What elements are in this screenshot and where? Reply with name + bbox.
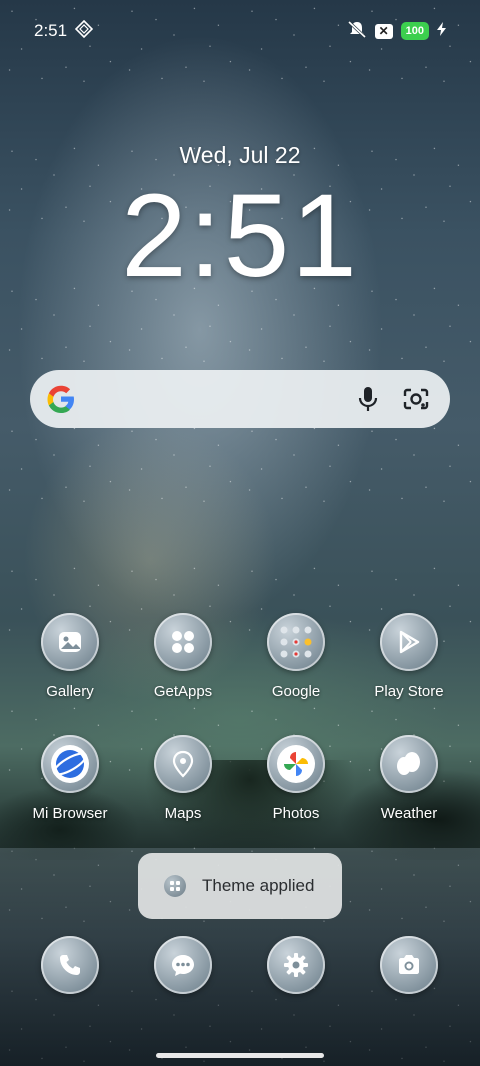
dock-messages[interactable]: [127, 936, 239, 994]
photos-icon: [267, 735, 325, 793]
gallery-icon: [41, 613, 99, 671]
play-store-icon: [380, 613, 438, 671]
app-mi-browser[interactable]: Mi Browser: [14, 735, 126, 822]
clock-date: Wed, Jul 22: [179, 142, 301, 168]
app-gallery[interactable]: Gallery: [14, 613, 126, 700]
toast-text: Theme applied: [202, 876, 315, 895]
google-lens-icon[interactable]: [396, 379, 436, 419]
settings-icon: [267, 936, 325, 994]
app-label: Play Store: [374, 683, 444, 700]
google-search-bar[interactable]: [30, 370, 450, 428]
app-photos[interactable]: Photos: [240, 735, 352, 822]
notification-x-icon: ✕: [374, 23, 393, 39]
vpn-diamond-icon: [74, 19, 94, 43]
app-label: Gallery: [46, 683, 94, 700]
getapps-icon: [154, 613, 212, 671]
app-play-store[interactable]: Play Store: [353, 613, 465, 700]
messages-icon: [154, 936, 212, 994]
dock-phone[interactable]: [14, 936, 126, 994]
dock-camera[interactable]: [353, 936, 465, 994]
weather-icon: [380, 735, 438, 793]
google-folder-icon: [267, 613, 325, 671]
app-getapps[interactable]: GetApps: [127, 613, 239, 700]
charging-bolt-icon: [437, 21, 446, 41]
status-time: 2:51: [34, 21, 68, 40]
app-label: Mi Browser: [32, 805, 108, 822]
app-label: Google: [271, 683, 321, 700]
phone-icon: [41, 936, 99, 994]
app-label: GetApps: [153, 683, 213, 700]
browser-icon: [41, 735, 99, 793]
battery-indicator: 100: [400, 22, 429, 40]
google-g-icon: [44, 382, 78, 416]
camera-icon: [380, 936, 438, 994]
themes-icon: [164, 875, 186, 897]
microphone-icon[interactable]: [348, 379, 388, 419]
gesture-nav-handle[interactable]: [156, 1053, 324, 1058]
app-label: Weather: [380, 805, 438, 822]
dock-settings[interactable]: [240, 936, 352, 994]
maps-icon: [154, 735, 212, 793]
app-google-folder[interactable]: Google: [240, 613, 352, 700]
status-bar: 2:51 ✕ 100: [0, 0, 480, 62]
app-weather[interactable]: Weather: [353, 735, 465, 822]
app-label: Maps: [164, 805, 202, 822]
mute-icon: [347, 20, 367, 43]
app-label: Photos: [272, 805, 320, 822]
theme-applied-toast: Theme applied: [138, 853, 342, 919]
clock-time: 2:51: [121, 170, 359, 302]
app-maps[interactable]: Maps: [127, 735, 239, 822]
